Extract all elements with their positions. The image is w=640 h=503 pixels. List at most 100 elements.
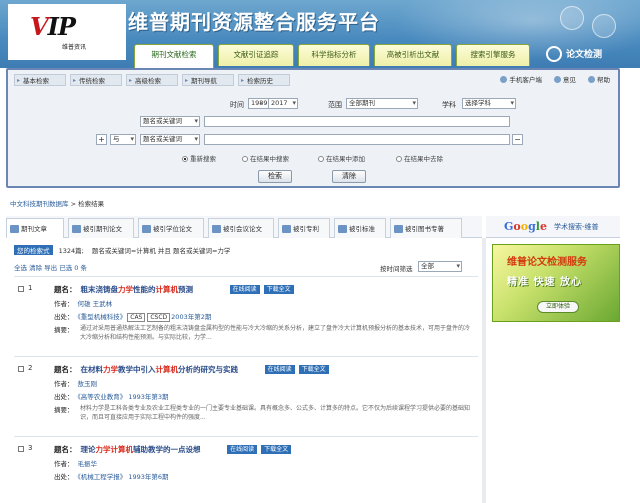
range-select[interactable]: 全部期刊 [346,98,418,109]
author-link[interactable]: 何雄 王武林 [78,300,113,308]
remove-row-button[interactable]: − [512,134,523,145]
result-title-link[interactable]: 在材料力学教学中引入计算机分析的研究与实践 [81,365,239,374]
rtab-journal-articles[interactable]: 期刊文章 [6,218,64,238]
index-tag: CAS [127,313,146,322]
source-link[interactable]: 《重型机械科技》 [78,313,127,321]
site-logo[interactable]: VIP 维普资讯 [8,4,126,60]
download-button[interactable]: 下载全文 [298,365,329,374]
seal-badge-icon [560,6,584,30]
year-to-select[interactable]: 2017 [268,98,298,109]
vertical-divider [482,238,486,503]
tab-citation-tracking[interactable]: 文献引证追踪 [218,44,294,66]
field2-select[interactable]: 题名或关键词 [140,134,200,145]
breadcrumb: 中文科技期刊数据库 > 检索结果 [10,198,104,208]
issue-link[interactable]: 1993年第6期 [128,473,168,481]
add-row-button[interactable]: + [96,134,107,145]
source-link[interactable]: 《机械工程学报》 [78,473,127,481]
result-abstract-label: 摘要： [54,324,78,334]
clear-button[interactable]: 清除 [332,170,366,183]
range-label: 范围 [328,101,342,109]
result-item: 2 题名： 在材料力学教学中引入计算机分析的研究与实践 在线阅读 下载全文 作者：敖… [14,364,478,434]
rtab-cited-standards-label: 被引标准 [349,225,375,233]
read-online-button[interactable]: 在线阅读 [229,285,260,294]
radio-remove-from-results[interactable]: 在结果中去除 [396,153,443,163]
sort-select[interactable]: 全部 [418,261,462,272]
patent-icon [282,225,291,233]
site-title: 维普期刊资源整合服务平台 [128,10,380,34]
breadcrumb-db-link[interactable]: 中文科技期刊数据库 [10,200,69,208]
result-checkbox[interactable] [18,286,24,292]
rtab-cited-standards[interactable]: 被引标准 [334,218,386,238]
rtab-cited-journals-label: 被引期刊论文 [83,225,122,233]
radio-search-in-results[interactable]: 在结果中搜索 [242,153,289,163]
radio-dot-icon [396,156,402,162]
title-highlight: 力学 [95,445,111,454]
feedback-link[interactable]: 意见 [553,76,576,84]
rtab-cited-theses-label: 被引学位论文 [153,225,192,233]
divider [14,356,478,357]
title-label: 题名： [54,445,77,454]
query-summary: 您的检索式 1324篇; 题名或关键词=计算机 并且 题名或关键词=力学 [14,245,230,255]
rtab-cited-books[interactable]: 被引图书专著 [390,218,462,238]
tab-search-engine[interactable]: 搜索引擎服务 [456,44,530,66]
tab-journal-search[interactable]: 期刊文献检索 [134,44,214,68]
source-link[interactable]: 《高等农业教育》 [78,393,127,401]
search-panel: 基本检索 传统检索 高级检索 期刊导航 检索历史 手机客户端 意见 帮助 时间 … [6,68,620,188]
subtab-traditional[interactable]: 传统检索 [70,74,122,87]
subtab-advanced[interactable]: 高级检索 [126,74,178,87]
title-part: 粗末浇铸盘 [80,285,119,294]
tab-science-index[interactable]: 科学指标分析 [298,44,370,66]
tab-high-cited[interactable]: 高被引析出文献 [374,44,452,66]
result-checkbox[interactable] [18,446,24,452]
title-highlight: 力学 [103,365,118,374]
google-logo-letter: g [528,220,536,233]
author-link[interactable]: 敖玉刚 [78,380,98,388]
read-online-button[interactable]: 在线阅读 [264,365,295,374]
logic-select[interactable]: 与 [110,134,136,145]
rtab-cited-theses[interactable]: 被引学位论文 [138,218,204,238]
download-button[interactable]: 下载全文 [261,445,292,454]
issue-link[interactable]: 1993年第3期 [128,393,168,401]
source-label: 出处： [54,313,74,321]
rtab-cited-patents[interactable]: 被引专利 [278,218,330,238]
phone-icon [500,76,508,83]
rtab-cited-journals[interactable]: 被引期刊论文 [68,218,134,238]
result-checkbox[interactable] [18,366,24,372]
google-logo: Google [504,220,547,233]
source-label: 出处： [54,473,74,481]
mobile-client-label: 手机客户端 [509,76,542,84]
ad-try-button[interactable]: 立即体验 [537,301,579,313]
divider [14,276,478,277]
result-title-link[interactable]: 粗末浇铸盘力学性能的计算机预测 [81,285,194,294]
read-online-button[interactable]: 在线阅读 [227,445,258,454]
logo-word: IP [47,12,76,41]
rtab-cited-conference[interactable]: 被引会议论文 [208,218,274,238]
google-scholar-bar[interactable]: Google 学术搜索-维普 [486,216,620,238]
help-link[interactable]: 帮助 [588,76,610,84]
field1-select[interactable]: 题名或关键词 [140,116,200,127]
subtab-journal-nav[interactable]: 期刊导航 [182,74,234,87]
result-source-row: 出处： 《重型机械科技》 CAS CSCD 2003年第2期 [54,311,211,322]
result-item: 3 题名： 理论力学计算机辅助教学的一点设想 在线阅读 下载全文 作者： 毛振华 出处… [14,444,478,500]
result-actions[interactable]: 全选 清除 导出 已选 0 条 [14,262,87,272]
paper-check-button[interactable]: 论文检测 [548,44,614,66]
download-button[interactable]: 下载全文 [263,285,294,294]
radio-new-search[interactable]: 重新搜索 [182,153,216,163]
radio-add-to-results[interactable]: 在结果中添加 [318,153,365,163]
paper-check-ad-banner[interactable]: 维普论文检测服务 精准 快速 放心 立即体验 [492,244,620,322]
subtab-basic[interactable]: 基本检索 [14,74,66,87]
mobile-client-link[interactable]: 手机客户端 [500,76,542,84]
query2-input[interactable] [204,134,510,145]
search-button[interactable]: 检索 [258,170,292,183]
subject-select[interactable]: 选择学科 [462,98,516,109]
title-highlight: 计算机 [155,365,179,374]
query1-input[interactable] [204,116,510,127]
result-title-link[interactable]: 理论力学计算机辅助教学的一点设想 [81,445,201,454]
result-abstract: 通过对采用普通热解法工艺制备的粗末浇铸盘金属构型的性能与冷大冷缩的关系分析，建立… [80,325,471,341]
issue-link[interactable]: 2003年第2期 [171,313,211,321]
author-link[interactable]: 毛振华 [78,460,98,468]
breadcrumb-separator: > [68,200,79,208]
subtab-history[interactable]: 检索历史 [238,74,290,87]
result-abstract-label: 摘要： [54,404,78,414]
author-label: 作者： [54,460,74,468]
